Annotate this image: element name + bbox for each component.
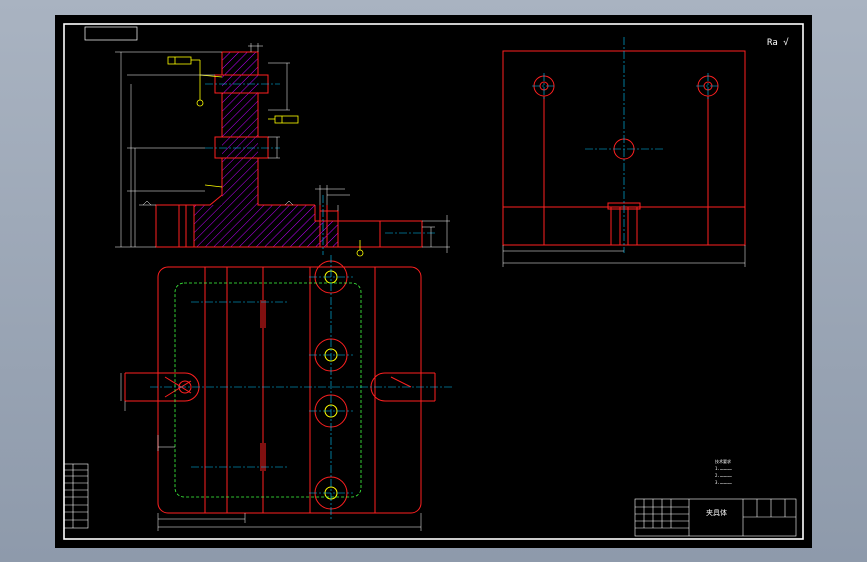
cad-drawing: Ra √ 技术要求 1.…………… 2.…………… 3.…………… 夹具体 — [63, 23, 804, 540]
left-side-table — [63, 463, 89, 529]
side-center-lines — [532, 37, 720, 253]
roughness-symbol: Ra √ — [767, 37, 789, 48]
section-view — [115, 43, 450, 257]
section-hatch — [194, 52, 338, 247]
plan-view — [120, 255, 453, 531]
technical-notes: 技术要求 1.…………… 2.…………… 3.…………… — [715, 458, 732, 485]
title-block — [634, 498, 797, 537]
plan-inner-boundary — [174, 282, 362, 498]
top-left-tag — [84, 26, 138, 41]
title-block-part-name: 夹具体 — [706, 508, 727, 517]
plan-center-lines — [150, 255, 453, 520]
tech-note-1: 1.…………… — [715, 466, 732, 471]
side-view — [502, 37, 746, 267]
cad-drawing-canvas: Ra √ 技术要求 1.…………… 2.…………… 3.…………… 夹具体 — [55, 15, 812, 548]
tech-note-title: 技术要求 — [715, 458, 731, 464]
tech-note-2: 2.…………… — [715, 473, 732, 478]
tech-note-3: 3.…………… — [715, 480, 732, 485]
